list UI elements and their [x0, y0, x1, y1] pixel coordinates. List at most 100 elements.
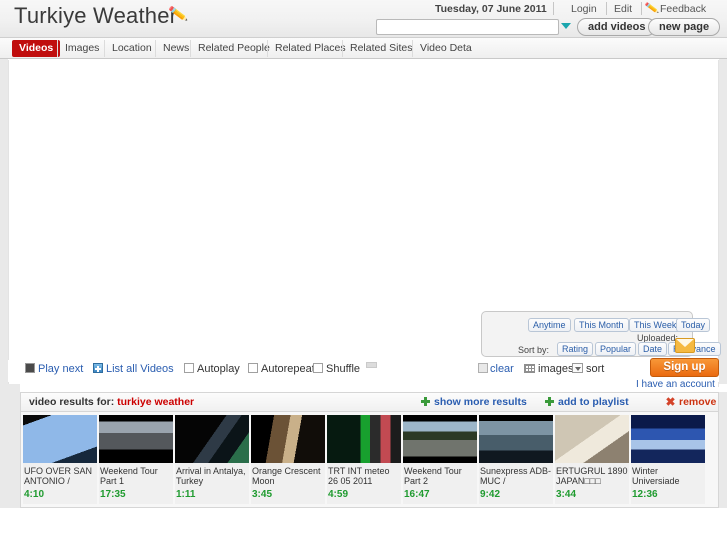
- video-thumbnail[interactable]: [479, 415, 553, 463]
- images-label: images: [538, 363, 574, 375]
- filter-today-button[interactable]: Today: [676, 318, 711, 332]
- search-input[interactable]: [376, 19, 559, 35]
- tab-related-sites[interactable]: Related Sites: [342, 40, 419, 57]
- filter-this-month-button[interactable]: This Month: [574, 318, 629, 332]
- filter-this-week-button[interactable]: This Week: [629, 318, 682, 332]
- images-toggle[interactable]: images: [524, 363, 573, 375]
- signup-button[interactable]: Sign up: [650, 358, 719, 377]
- video-thumbnail[interactable]: [327, 415, 401, 463]
- video-thumbnail[interactable]: [631, 415, 705, 463]
- video-title[interactable]: UFO OVER SAN ANTONIO /: [23, 466, 97, 486]
- video-duration: 9:42: [480, 489, 501, 500]
- video-card[interactable]: ERTUGRUL 1890 JAPAN□□□ 3:44: [555, 415, 629, 504]
- video-card[interactable]: Orange Crescent Moon 3:45: [251, 415, 325, 504]
- video-card[interactable]: TRT INT meteo 26 05 2011 4:59: [327, 415, 401, 504]
- divider: [641, 2, 642, 15]
- video-thumbnail[interactable]: [99, 415, 173, 463]
- video-thumbnail[interactable]: [175, 415, 249, 463]
- video-card[interactable]: Arrival in Antalya, Turkey 1:11: [175, 415, 249, 504]
- add-playlist-label: add to playlist: [558, 396, 629, 408]
- video-card[interactable]: Winter Universiade 12:36: [631, 415, 705, 504]
- tab-bar: Videos Images Location News Related Peop…: [0, 38, 727, 94]
- video-title[interactable]: ERTUGRUL 1890 JAPAN□□□: [555, 466, 629, 486]
- plus-icon: [421, 397, 430, 406]
- add-to-playlist-button[interactable]: add to playlist: [545, 396, 629, 408]
- dropdown-icon: [572, 363, 583, 373]
- video-card[interactable]: Sunexpress ADB-MUC / 9:42: [479, 415, 553, 504]
- divider: [606, 2, 607, 15]
- tab-video-details[interactable]: Video Deta: [412, 40, 479, 57]
- video-duration: 16:47: [404, 489, 430, 500]
- tab-images[interactable]: Images: [57, 40, 106, 57]
- results-query: turkiye weather: [117, 396, 195, 408]
- video-title[interactable]: Sunexpress ADB-MUC /: [479, 466, 553, 486]
- feedback-pencil-icon[interactable]: ✏️: [644, 1, 659, 16]
- video-duration: 1:11: [176, 489, 196, 500]
- video-title[interactable]: Winter Universiade: [631, 466, 705, 486]
- plus-icon: [93, 363, 103, 373]
- search-dropdown-caret-icon[interactable]: [561, 23, 571, 29]
- sort-by-label: Sort by:: [518, 345, 550, 355]
- filter-anytime-button[interactable]: Anytime: [528, 318, 571, 332]
- sort-popular-button[interactable]: Popular: [595, 342, 637, 356]
- list-all-videos-button[interactable]: List all Videos: [93, 363, 174, 375]
- video-duration: 3:45: [252, 489, 273, 500]
- tab-videos[interactable]: Videos: [12, 40, 61, 57]
- feedback-link[interactable]: Feedback: [660, 3, 706, 15]
- video-thumbnail[interactable]: [23, 415, 97, 463]
- checkbox-box: [184, 363, 194, 373]
- results-prefix: video results for:: [29, 396, 115, 408]
- video-card[interactable]: UFO OVER SAN ANTONIO / 4:10: [23, 415, 97, 504]
- autoplay-checkbox[interactable]: Autoplay: [184, 363, 240, 375]
- remove-label: remove: [679, 396, 717, 408]
- video-title[interactable]: Orange Crescent Moon: [251, 466, 325, 486]
- clear-button[interactable]: clear: [478, 363, 514, 375]
- add-videos-button[interactable]: add videos: [577, 18, 657, 36]
- video-card[interactable]: Weekend Tour Part 2 16:47: [403, 415, 477, 504]
- sort-dropdown[interactable]: sort: [572, 363, 604, 375]
- plus-icon: [545, 397, 554, 406]
- page-title: Turkiye Weather: [14, 3, 178, 28]
- mail-icon[interactable]: [675, 338, 695, 353]
- video-title[interactable]: TRT INT meteo 26 05 2011: [327, 466, 401, 486]
- clear-label: clear: [490, 363, 514, 375]
- video-results-strip: UFO OVER SAN ANTONIO / 4:10 Weekend Tour P…: [20, 411, 719, 508]
- results-bar: video results for: turkiye weather show …: [20, 392, 719, 411]
- login-link[interactable]: Login: [571, 3, 597, 15]
- tab-related-people[interactable]: Related People: [190, 40, 277, 57]
- resize-handle[interactable]: [366, 362, 377, 368]
- shuffle-label: Shuffle: [326, 363, 361, 375]
- video-title[interactable]: Weekend Tour Part 1: [99, 466, 173, 486]
- shuffle-checkbox[interactable]: Shuffle: [313, 363, 360, 375]
- sort-label: sort: [586, 363, 605, 375]
- autorepeat-checkbox[interactable]: Autorepeat: [248, 363, 315, 375]
- filter-panel: Anytime This Month This Week Today Uploa…: [481, 311, 721, 357]
- video-title[interactable]: Arrival in Antalya, Turkey: [175, 466, 249, 486]
- top-bar: Turkiye Weather ✏️ Tuesday, 07 June 2011…: [0, 0, 727, 38]
- remove-x-icon: [666, 397, 675, 406]
- have-account-link[interactable]: I have an account: [636, 379, 715, 390]
- video-thumbnail[interactable]: [251, 415, 325, 463]
- title-edit-pencil-icon[interactable]: ✏️: [168, 5, 189, 24]
- play-next-button[interactable]: Play next: [25, 363, 83, 375]
- video-title[interactable]: Weekend Tour Part 2: [403, 466, 477, 486]
- current-date: Tuesday, 07 June 2011: [435, 3, 547, 15]
- video-card[interactable]: Weekend Tour Part 1 17:35: [99, 415, 173, 504]
- sort-rating-button[interactable]: Rating: [557, 342, 594, 356]
- play-next-label: Play next: [38, 363, 84, 375]
- new-page-button[interactable]: new page: [648, 18, 721, 36]
- video-thumbnail[interactable]: [403, 415, 477, 463]
- edit-link[interactable]: Edit: [614, 3, 632, 15]
- list-all-videos-label: List all Videos: [106, 363, 174, 375]
- results-label: video results for: turkiye weather: [29, 396, 194, 408]
- video-thumbnail[interactable]: [555, 415, 629, 463]
- checkbox-box: [313, 363, 323, 373]
- video-duration: 17:35: [100, 489, 126, 500]
- grid-icon: [524, 364, 535, 373]
- show-more-results-button[interactable]: show more results: [421, 396, 527, 408]
- sort-date-button[interactable]: Date: [638, 342, 668, 356]
- remove-button[interactable]: remove: [666, 396, 716, 408]
- tab-related-places[interactable]: Related Places: [267, 40, 353, 57]
- player-controls-row: Play next List all Videos Autoplay Autor…: [8, 360, 719, 382]
- tab-location[interactable]: Location: [104, 40, 159, 57]
